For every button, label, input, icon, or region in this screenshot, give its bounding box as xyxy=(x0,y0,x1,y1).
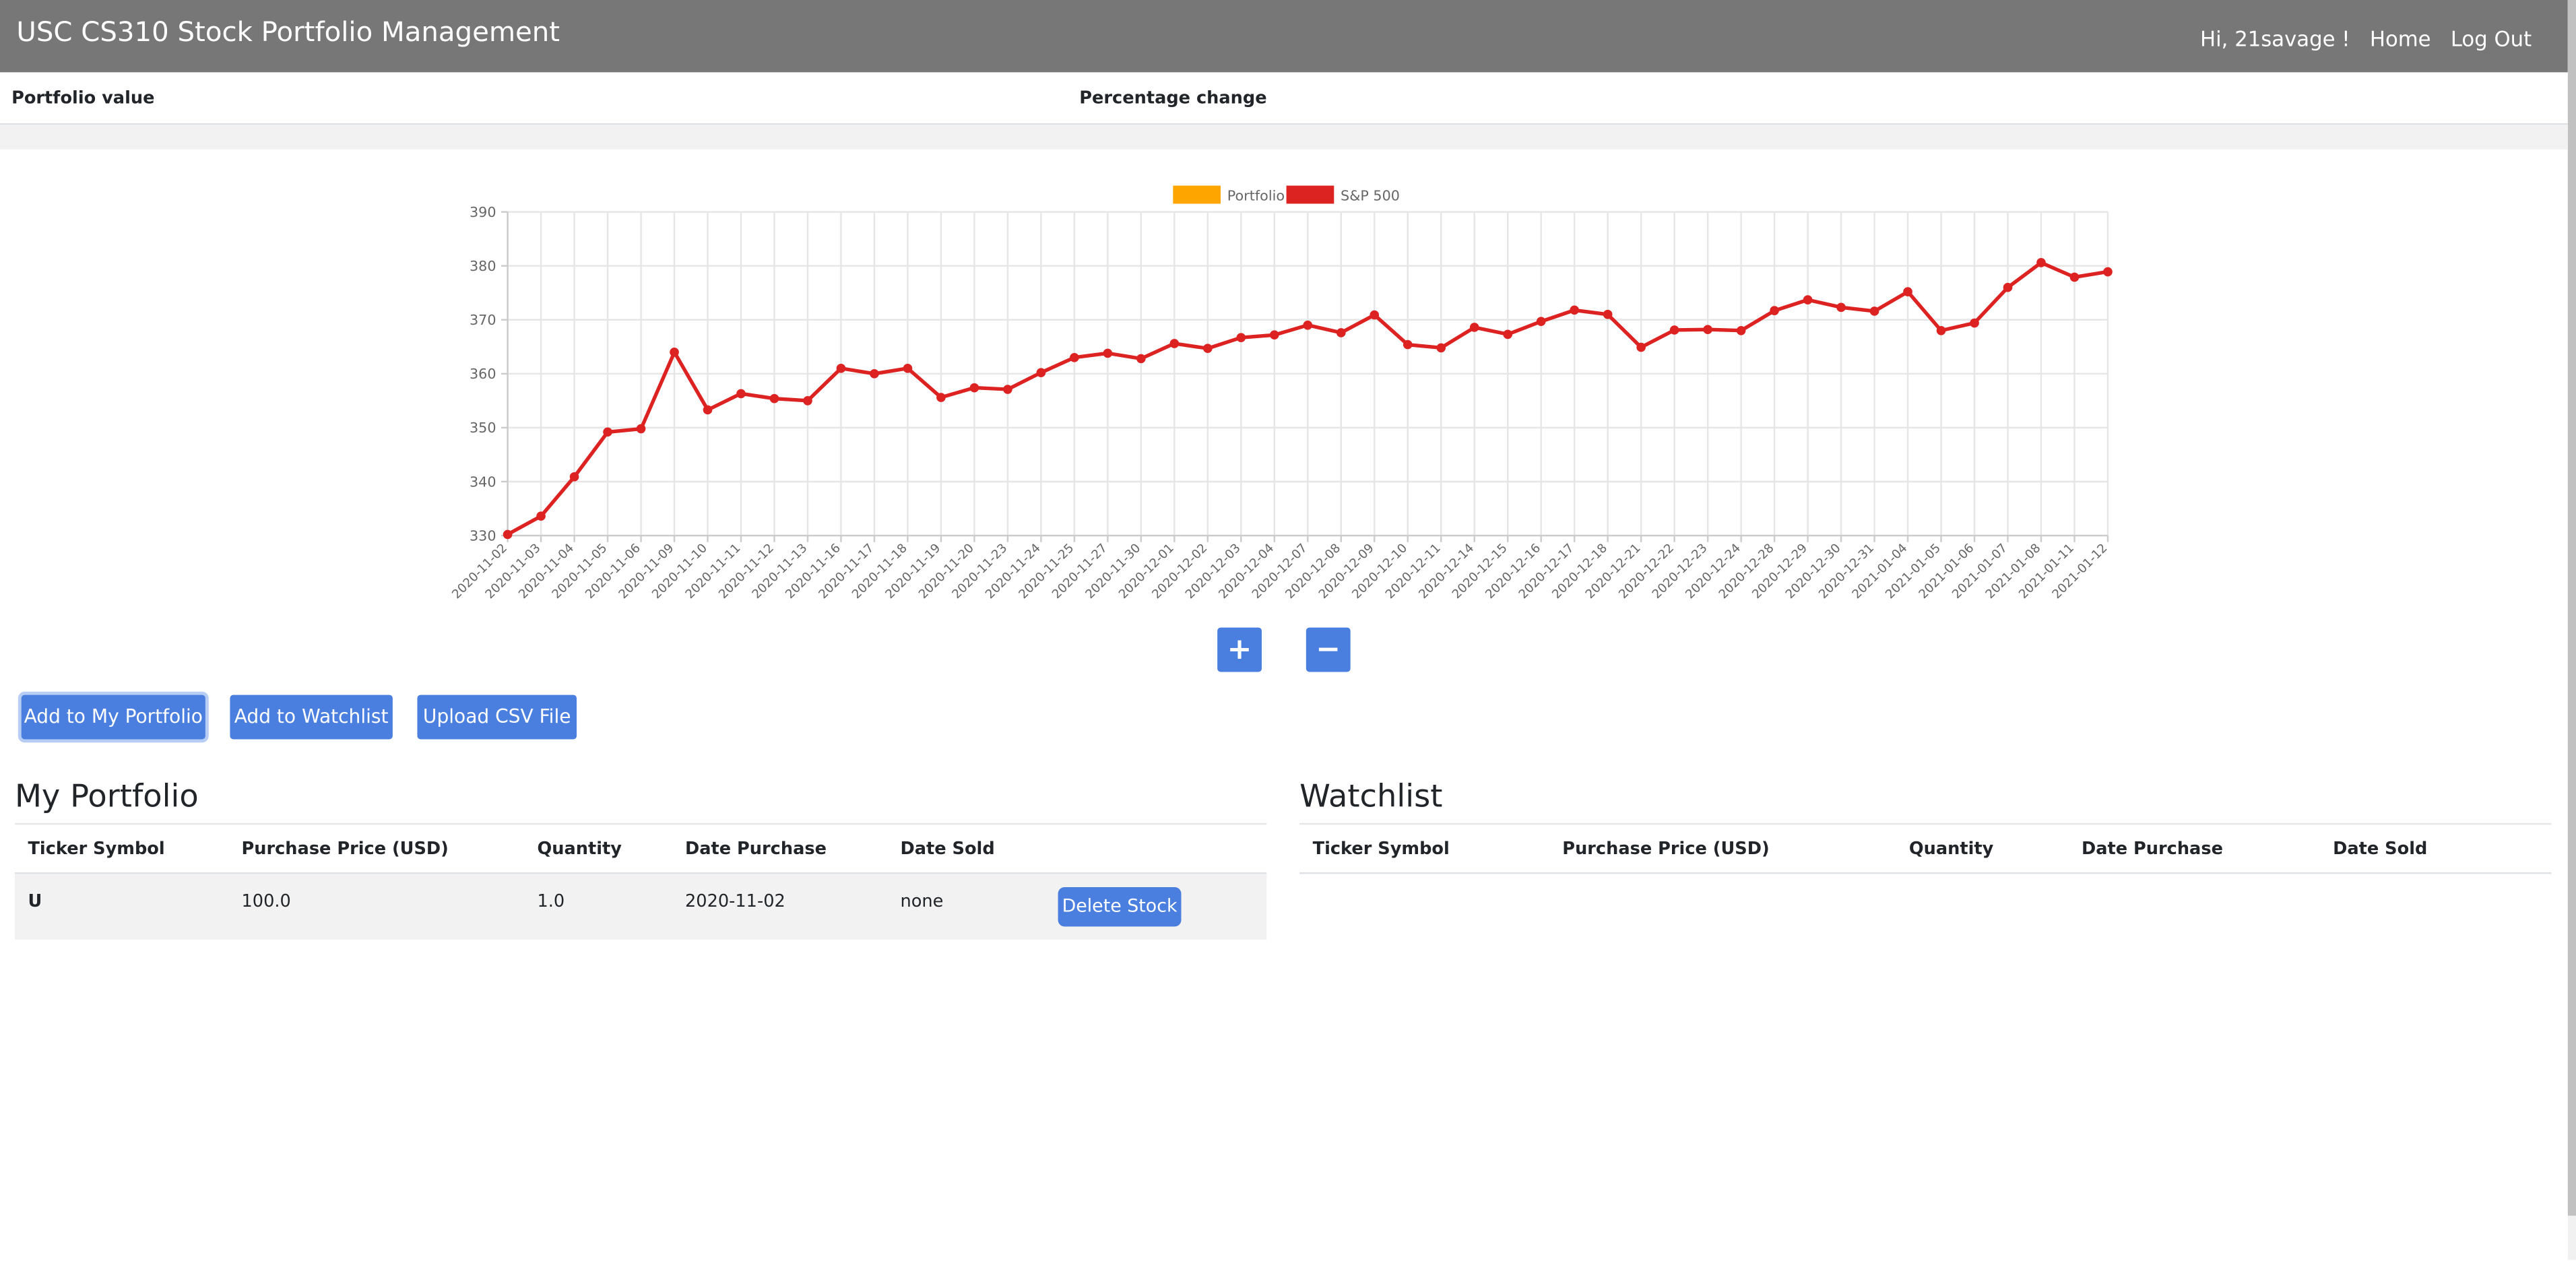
data-point xyxy=(736,389,746,399)
y-tick-label: 390 xyxy=(470,204,496,220)
data-point xyxy=(1103,348,1113,358)
add-to-portfolio-button[interactable]: Add to My Portfolio xyxy=(21,694,205,740)
data-point xyxy=(2069,272,2080,282)
upload-csv-button[interactable]: Upload CSV File xyxy=(417,694,577,740)
watchlist-col-ticker: Ticker Symbol xyxy=(1312,839,1450,860)
watchlist-col-quantity: Quantity xyxy=(1908,839,1994,860)
data-point xyxy=(1770,306,1779,315)
portfolio-col-price: Purchase Price (USD) xyxy=(241,839,449,860)
data-point xyxy=(1903,287,1912,296)
y-tick-label: 350 xyxy=(470,420,496,436)
data-point xyxy=(503,529,513,540)
data-point xyxy=(1403,340,1413,350)
data-point xyxy=(670,347,679,357)
data-point xyxy=(1036,368,1046,378)
watchlist-divider xyxy=(1299,822,2552,825)
data-point xyxy=(2036,258,2046,267)
portfolio-col-date-purchase: Date Purchase xyxy=(684,839,827,860)
data-point xyxy=(803,396,812,406)
data-point xyxy=(2003,282,2013,292)
y-tick-label: 340 xyxy=(470,474,496,490)
row-quantity: 1.0 xyxy=(537,892,565,912)
data-point xyxy=(936,393,946,402)
portfolio-divider xyxy=(14,822,1267,825)
data-point xyxy=(703,405,713,415)
data-point xyxy=(1269,330,1279,340)
data-point xyxy=(1503,329,1513,340)
y-tick-label: 360 xyxy=(470,366,496,382)
data-point xyxy=(1869,306,1879,316)
watchlist-col-date-sold: Date Sold xyxy=(2333,839,2428,860)
legend-swatch-0 xyxy=(1173,185,1221,204)
data-point xyxy=(1936,325,1946,335)
legend-swatch-1 xyxy=(1286,185,1334,204)
add-to-watchlist-button[interactable]: Add to Watchlist xyxy=(230,694,393,740)
data-point xyxy=(1469,323,1479,332)
data-point xyxy=(2103,267,2113,277)
legend-label-0: Portfolio xyxy=(1227,188,1285,204)
data-point xyxy=(1536,317,1546,326)
data-point xyxy=(1070,352,1079,362)
data-point xyxy=(1169,339,1180,348)
data-point xyxy=(1636,342,1646,352)
y-tick-label: 330 xyxy=(470,527,496,544)
stock-line-chart: 3303403503603703803902020-11-022020-11-0… xyxy=(449,185,2113,602)
watchlist-col-date-purchase: Date Purchase xyxy=(2081,839,2223,860)
data-point xyxy=(903,363,913,373)
data-point xyxy=(1236,333,1246,343)
data-point xyxy=(536,511,546,521)
data-point xyxy=(569,472,579,482)
delete-stock-button[interactable]: Delete Stock xyxy=(1058,886,1182,927)
data-point xyxy=(836,363,846,373)
data-point xyxy=(1202,344,1213,354)
portfolio-title: My Portfolio xyxy=(14,778,199,815)
data-point xyxy=(1803,295,1813,304)
data-point xyxy=(1703,325,1712,334)
zoom-out-button[interactable]: − xyxy=(1306,627,1351,672)
row-date-sold: none xyxy=(900,892,944,912)
data-point xyxy=(636,424,646,434)
data-point xyxy=(1136,354,1146,364)
data-point xyxy=(1003,385,1012,394)
data-point xyxy=(1603,309,1613,319)
row-date-purchase: 2020-11-02 xyxy=(684,892,785,912)
data-point xyxy=(1303,320,1313,330)
zoom-in-button[interactable]: + xyxy=(1217,627,1262,672)
data-point xyxy=(1836,302,1846,313)
data-point xyxy=(1669,325,1679,335)
page-scrollbar-thumb[interactable] xyxy=(2567,0,2576,1216)
data-point xyxy=(1570,305,1580,315)
data-point xyxy=(769,393,779,403)
y-tick-label: 370 xyxy=(470,312,496,328)
watchlist-header-divider xyxy=(1299,872,2552,874)
data-point xyxy=(1370,310,1380,320)
legend-label-1: S&P 500 xyxy=(1341,188,1400,204)
data-point xyxy=(1436,343,1446,353)
data-point xyxy=(1736,325,1746,335)
row-price: 100.0 xyxy=(241,892,291,912)
data-point xyxy=(1336,328,1346,337)
data-point xyxy=(870,368,879,379)
y-tick-label: 380 xyxy=(470,258,496,274)
row-ticker: U xyxy=(28,892,42,912)
data-point xyxy=(603,427,612,437)
data-point xyxy=(969,383,979,393)
watchlist-col-price: Purchase Price (USD) xyxy=(1562,839,1770,860)
data-point xyxy=(1970,318,1979,328)
watchlist-title: Watchlist xyxy=(1299,778,1443,815)
portfolio-col-quantity: Quantity xyxy=(537,839,622,860)
portfolio-col-ticker: Ticker Symbol xyxy=(28,839,165,860)
portfolio-col-date-sold: Date Sold xyxy=(900,839,995,860)
